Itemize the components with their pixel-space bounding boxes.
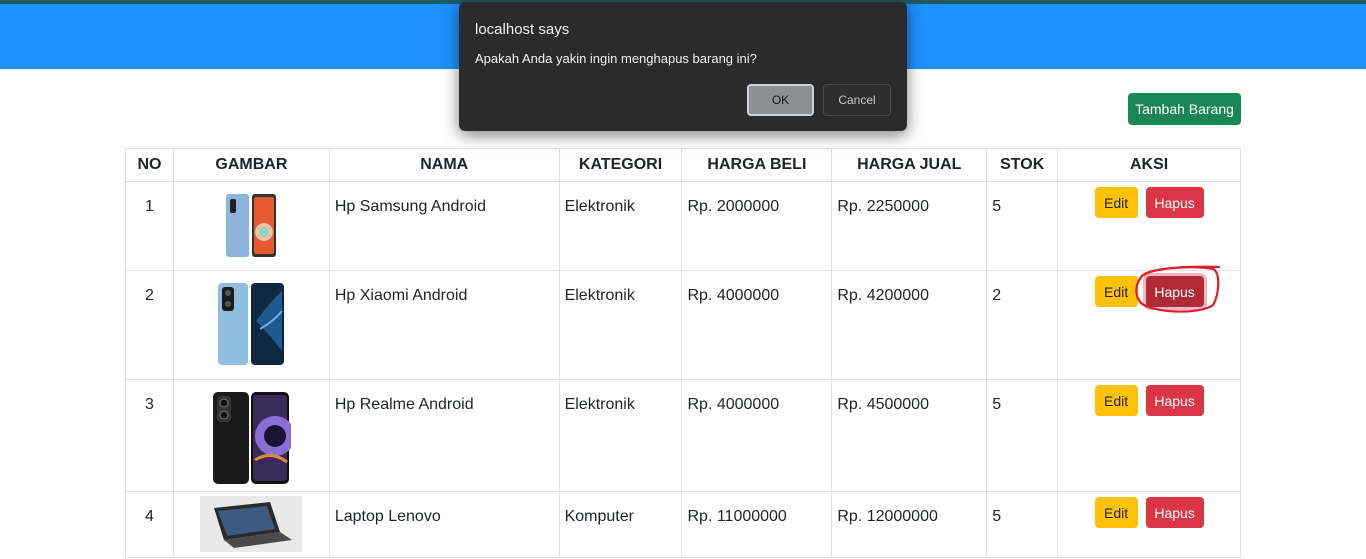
row-kategori: Elektronik: [558, 379, 683, 492]
table-header-row: NO GAMBAR NAMA KATEGORI HARGA BELI HARGA…: [125, 148, 1241, 182]
header-harga-jual: HARGA JUAL: [831, 148, 988, 182]
header-no: NO: [125, 148, 174, 182]
dialog-message: Apakah Anda yakin ingin menghapus barang…: [475, 51, 757, 66]
table-row: 1 Hp Samsung Android Elektronik Rp. 2000…: [125, 181, 1241, 271]
header-nama: NAMA: [328, 148, 560, 182]
edit-button[interactable]: Edit: [1094, 497, 1138, 528]
header-aksi: AKSI: [1057, 148, 1241, 182]
row-kategori: Komputer: [558, 491, 683, 558]
row-harga-jual: Rp. 4200000: [831, 270, 988, 380]
row-no: 4: [125, 491, 174, 558]
lenovo-laptop-image: [200, 496, 303, 552]
row-stok: 2: [986, 270, 1059, 380]
edit-button[interactable]: Edit: [1094, 276, 1138, 307]
table-row: 4 Laptop Lenovo Komputer Rp. 11000000 Rp…: [125, 491, 1241, 558]
edit-button[interactable]: Edit: [1094, 385, 1138, 416]
realme-phone-image: [213, 392, 292, 484]
edit-button[interactable]: Edit: [1094, 187, 1138, 218]
header-harga-beli: HARGA BELI: [681, 148, 833, 182]
delete-button[interactable]: Hapus: [1145, 187, 1204, 218]
row-no: 2: [125, 270, 174, 380]
delete-button[interactable]: Hapus: [1145, 276, 1204, 307]
confirm-dialog: localhost says Apakah Anda yakin ingin m…: [459, 2, 907, 131]
row-nama: Hp Xiaomi Android: [328, 270, 560, 380]
row-harga-beli: Rp. 4000000: [681, 379, 833, 492]
row-harga-beli: Rp. 2000000: [681, 181, 833, 271]
row-nama: Laptop Lenovo: [328, 491, 560, 558]
samsung-phone-image: [226, 194, 277, 257]
delete-button[interactable]: Hapus: [1145, 385, 1204, 416]
header-stok: STOK: [986, 148, 1059, 182]
row-stok: 5: [986, 181, 1059, 271]
row-harga-beli: Rp. 11000000: [681, 491, 833, 558]
row-nama: Hp Samsung Android: [328, 181, 560, 271]
table-row: 3 Hp Realme Android Elektronik Rp. 40000…: [125, 379, 1241, 492]
delete-button[interactable]: Hapus: [1145, 497, 1204, 528]
table-row: 2 Hp Xiaomi Android Elektronik Rp. 40000…: [125, 270, 1241, 380]
row-kategori: Elektronik: [558, 270, 683, 380]
dialog-title: localhost says: [475, 21, 570, 38]
row-harga-beli: Rp. 4000000: [681, 270, 833, 380]
row-harga-jual: Rp. 12000000: [831, 491, 988, 558]
row-nama: Hp Realme Android: [328, 379, 560, 492]
row-stok: 5: [986, 491, 1059, 558]
row-stok: 5: [986, 379, 1059, 492]
header-gambar: GAMBAR: [172, 148, 330, 182]
row-harga-jual: Rp. 4500000: [831, 379, 988, 492]
ok-button[interactable]: OK: [747, 84, 814, 116]
row-no: 3: [125, 379, 174, 492]
products-table: NO GAMBAR NAMA KATEGORI HARGA BELI HARGA…: [125, 148, 1241, 558]
xiaomi-phone-image: [218, 283, 285, 365]
row-kategori: Elektronik: [558, 181, 683, 271]
header-kategori: KATEGORI: [558, 148, 683, 182]
cancel-button[interactable]: Cancel: [823, 84, 891, 116]
row-harga-jual: Rp. 2250000: [831, 181, 988, 271]
add-item-button[interactable]: Tambah Barang: [1128, 93, 1241, 125]
row-no: 1: [125, 181, 174, 271]
